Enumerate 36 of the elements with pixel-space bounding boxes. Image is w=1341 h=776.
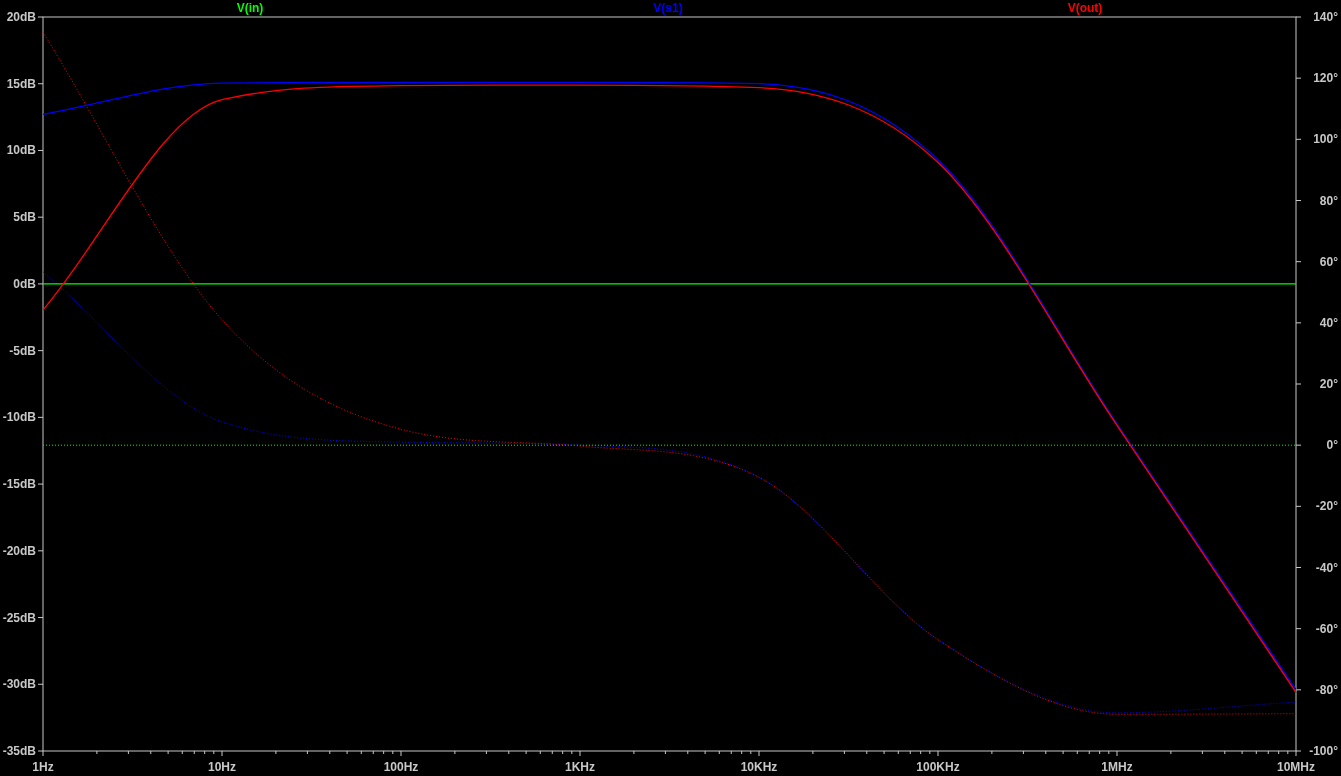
axis-tick-label: 100KHz: [916, 760, 960, 774]
axis-tick-label: -35dB: [2, 744, 36, 758]
trace-label: V(out): [1067, 1, 1103, 15]
axis-tick-label: 60°: [1319, 254, 1338, 269]
axis-tick-label: -10dB: [2, 410, 36, 425]
axis-tick-label: -100°: [1309, 744, 1338, 758]
trace-label: V(in): [236, 1, 264, 15]
axis-tick-label: 10MHz: [1277, 760, 1315, 774]
axis-tick-label: 80°: [1319, 193, 1338, 208]
axis-tick-label: 140°: [1313, 10, 1338, 24]
axis-tick-label: 120°: [1313, 71, 1338, 86]
axis-tick-label: 5dB: [13, 210, 36, 225]
axis-tick-label: -30dB: [2, 677, 36, 692]
axis-tick-label: 15dB: [6, 76, 36, 91]
axis-tick-label: 40°: [1319, 315, 1338, 330]
axis-tick-label: 100°: [1313, 132, 1338, 147]
axis-tick-label: -15dB: [2, 477, 36, 492]
axis-tick-label: 10dB: [6, 143, 36, 158]
axis-tick-label: 10KHz: [740, 760, 778, 774]
axis-tick-label: -40°: [1315, 560, 1338, 575]
axis-tick-label: -20°: [1315, 499, 1338, 514]
axis-tick-label: 20dB: [6, 10, 36, 24]
axis-tick-label: 1Hz: [32, 760, 54, 774]
axis-tick-label: -60°: [1315, 621, 1338, 636]
axis-tick-label: 0°: [1326, 438, 1338, 453]
axis-tick-label: 20°: [1319, 377, 1338, 391]
axis-tick-label: 1KHz: [565, 760, 595, 774]
axis-tick-label: -80°: [1315, 682, 1338, 697]
axis-tick-label: 1MHz: [1101, 760, 1133, 774]
axis-tick-label: -5dB: [9, 343, 36, 358]
axis-tick-label: 0dB: [13, 276, 36, 291]
trace-label: V(s1): [653, 1, 683, 15]
axis-tick-label: 100Hz: [383, 760, 419, 774]
axis-tick-label: 10Hz: [208, 760, 236, 774]
axis-tick-label: -25dB: [2, 610, 36, 625]
axis-tick-label: -20dB: [2, 543, 36, 558]
